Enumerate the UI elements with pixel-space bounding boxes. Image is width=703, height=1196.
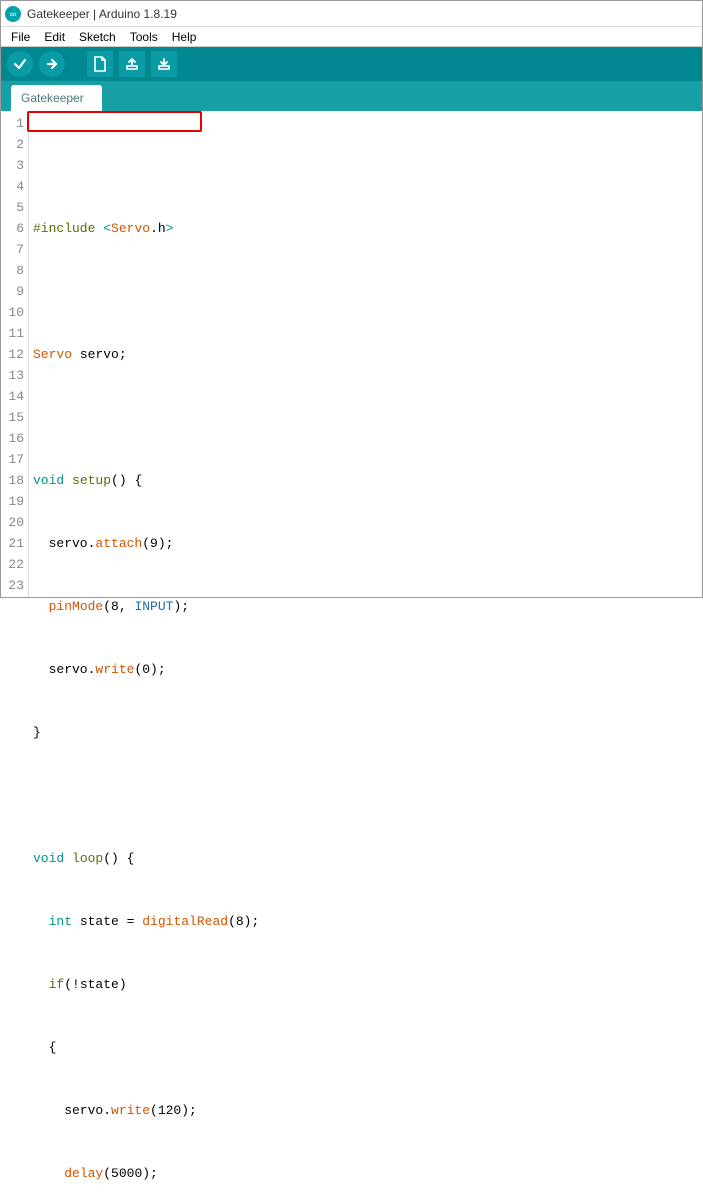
code-line: Servo servo; (33, 344, 702, 365)
window-title: Gatekeeper | Arduino 1.8.19 (27, 7, 177, 21)
tab-bar: Gatekeeper (1, 81, 702, 111)
arduino-app-icon: ∞ (5, 6, 21, 22)
annotation-highlight (27, 111, 202, 132)
menu-sketch[interactable]: Sketch (73, 29, 122, 45)
line-number: 2 (1, 134, 24, 155)
current-line-highlight (29, 111, 702, 132)
save-sketch-button[interactable] (151, 51, 177, 77)
menu-file[interactable]: File (5, 29, 36, 45)
file-icon (93, 56, 107, 72)
menu-bar: File Edit Sketch Tools Help (1, 27, 702, 47)
line-number: 16 (1, 428, 24, 449)
line-number: 5 (1, 197, 24, 218)
code-area[interactable]: #include <Servo.h> Servo servo; void set… (29, 111, 702, 597)
line-number: 20 (1, 512, 24, 533)
upload-button[interactable] (39, 51, 65, 77)
open-sketch-button[interactable] (119, 51, 145, 77)
code-line (33, 407, 702, 428)
code-line (33, 281, 702, 302)
line-number: 12 (1, 344, 24, 365)
line-number: 22 (1, 554, 24, 575)
toolbar (1, 47, 702, 81)
line-number: 21 (1, 533, 24, 554)
title-bar: ∞ Gatekeeper | Arduino 1.8.19 (1, 1, 702, 27)
line-number: 13 (1, 365, 24, 386)
line-number: 17 (1, 449, 24, 470)
line-gutter: 1 2 3 4 5 6 7 8 9 10 11 12 13 14 15 16 1… (1, 111, 29, 597)
code-line: servo.write(0); (33, 659, 702, 680)
code-editor[interactable]: 1 2 3 4 5 6 7 8 9 10 11 12 13 14 15 16 1… (1, 111, 702, 597)
line-number: 6 (1, 218, 24, 239)
line-number: 19 (1, 491, 24, 512)
arrow-up-icon (125, 57, 139, 71)
line-number: 11 (1, 323, 24, 344)
code-line: if(!state) (33, 974, 702, 995)
tab-sketch[interactable]: Gatekeeper (11, 85, 102, 111)
code-line: #include <Servo.h> (33, 218, 702, 239)
line-number: 9 (1, 281, 24, 302)
line-number: 18 (1, 470, 24, 491)
verify-button[interactable] (7, 51, 33, 77)
line-number: 10 (1, 302, 24, 323)
arrow-down-icon (157, 57, 171, 71)
code-line: int state = digitalRead(8); (33, 911, 702, 932)
menu-tools[interactable]: Tools (124, 29, 164, 45)
line-number: 23 (1, 575, 24, 596)
code-line: servo.write(120); (33, 1100, 702, 1121)
check-icon (13, 57, 27, 71)
line-number: 14 (1, 386, 24, 407)
line-number: 3 (1, 155, 24, 176)
code-line: delay(5000); (33, 1163, 702, 1184)
menu-edit[interactable]: Edit (38, 29, 71, 45)
arrow-right-icon (45, 57, 59, 71)
line-number: 15 (1, 407, 24, 428)
code-line: pinMode(8, INPUT); (33, 596, 702, 617)
code-line: { (33, 1037, 702, 1058)
code-line: void loop() { (33, 848, 702, 869)
line-number: 4 (1, 176, 24, 197)
code-line: void setup() { (33, 470, 702, 491)
line-number: 8 (1, 260, 24, 281)
line-number: 1 (1, 113, 24, 134)
line-number: 7 (1, 239, 24, 260)
code-line: servo.attach(9); (33, 533, 702, 554)
new-sketch-button[interactable] (87, 51, 113, 77)
menu-help[interactable]: Help (166, 29, 203, 45)
code-line: } (33, 722, 702, 743)
code-line (33, 785, 702, 806)
